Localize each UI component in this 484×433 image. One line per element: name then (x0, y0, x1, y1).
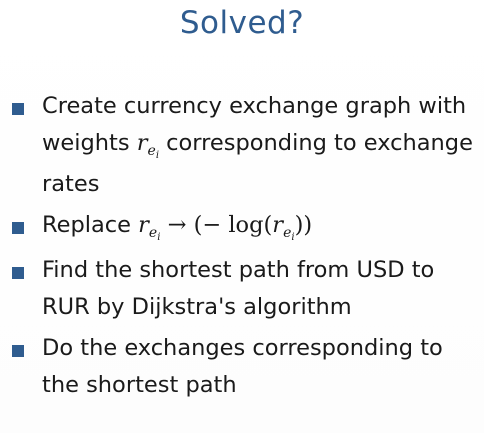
math-subscript: ei (147, 143, 160, 161)
bullet-text: Find the shortest path from USD to RUR b… (42, 257, 435, 320)
math-subscript-letter: e (147, 143, 156, 159)
bullet-text: Replace (42, 212, 139, 238)
square-bullet-icon (12, 103, 24, 115)
bullet-item-exchanges: Do the exchanges corresponding to the sh… (12, 330, 478, 404)
math-variable: r (272, 212, 284, 238)
slide: Solved? Create currency exchange graph w… (0, 0, 484, 433)
bullet-list: Create currency exchange graph with weig… (12, 88, 478, 408)
square-bullet-icon (12, 222, 24, 234)
bullet-item-replace-weights: Replace rei → (− log(rei)) (12, 207, 478, 248)
bullet-item-dijkstra: Find the shortest path from USD to RUR b… (12, 252, 478, 326)
slide-title: Solved? (179, 5, 305, 41)
math-expression: → (− log( (160, 212, 273, 238)
square-bullet-icon (12, 267, 24, 279)
math-closing: )) (294, 212, 313, 238)
math-subscript: ei (148, 225, 161, 243)
math-subsubscript: i (291, 232, 295, 243)
math-variable: r (138, 212, 149, 238)
math-subsubscript: i (155, 150, 160, 161)
bullet-text: Do the exchanges corresponding to the sh… (42, 335, 443, 398)
math-variable: r (136, 130, 148, 156)
square-bullet-icon (12, 345, 24, 357)
math-subscript-letter: e (148, 225, 158, 241)
math-subscript: ei (283, 225, 295, 243)
math-subsubscript: i (157, 232, 161, 243)
bullet-item-create-graph: Create currency exchange graph with weig… (12, 88, 478, 203)
